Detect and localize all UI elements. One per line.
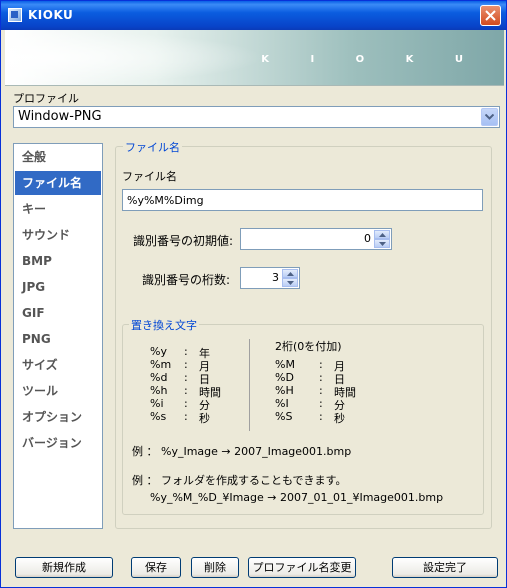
close-icon bbox=[485, 10, 496, 21]
done-button[interactable]: 設定完了 bbox=[392, 557, 498, 578]
kioku-window: KIOKU K I O K U プロファイル Window-PNG 全般 ファイ… bbox=[0, 0, 507, 588]
code-sep: : bbox=[184, 358, 188, 371]
code-label: %d bbox=[150, 371, 168, 384]
decrement-button[interactable] bbox=[282, 278, 298, 287]
sidebar-item-png[interactable]: PNG bbox=[15, 327, 101, 351]
code-sep: : bbox=[319, 410, 323, 423]
dropdown-button[interactable] bbox=[481, 108, 498, 126]
new-profile-button[interactable]: 新規作成 bbox=[15, 557, 113, 578]
app-icon bbox=[8, 8, 22, 22]
sidebar-item-key[interactable]: キー bbox=[15, 197, 101, 221]
code-sep: : bbox=[319, 358, 323, 371]
code-sep: : bbox=[184, 345, 188, 358]
filename-input[interactable]: %y%M%Dimg bbox=[122, 189, 483, 211]
chevron-up-icon bbox=[287, 272, 294, 276]
chevron-down-icon bbox=[287, 281, 294, 285]
code-label: %H bbox=[275, 384, 294, 397]
code-sep: : bbox=[184, 397, 188, 410]
id-digits-label: 識別番号の桁数: bbox=[142, 273, 231, 287]
code-sep: : bbox=[319, 371, 323, 384]
rename-profile-button[interactable]: プロファイル名変更 bbox=[248, 557, 356, 578]
code-sep: : bbox=[319, 397, 323, 410]
id-initial-label: 識別番号の初期値: bbox=[133, 234, 234, 248]
code-label: %s bbox=[150, 410, 167, 423]
code-label: %m bbox=[150, 358, 172, 371]
stepper-buttons bbox=[374, 230, 390, 248]
sidebar-item-size[interactable]: サイズ bbox=[15, 353, 101, 377]
sidebar-item-option[interactable]: オプション bbox=[15, 405, 101, 429]
code-desc: 秒 bbox=[334, 412, 345, 425]
sidebar-item-gif[interactable]: GIF bbox=[15, 301, 101, 325]
sidebar-item-filename[interactable]: ファイル名 bbox=[15, 171, 101, 195]
code-label: %y bbox=[150, 345, 167, 358]
code-label: %S bbox=[275, 410, 293, 423]
header-banner: K I O K U bbox=[5, 30, 504, 86]
id-digits-value: 3 bbox=[272, 271, 279, 284]
replace-chars-legend: 置き換え文字 bbox=[129, 317, 199, 333]
banner-logo: K I O K U bbox=[261, 54, 482, 65]
sidebar-item-sound[interactable]: サウンド bbox=[15, 223, 101, 247]
filename-field-label: ファイル名 bbox=[122, 170, 177, 183]
save-button[interactable]: 保存 bbox=[131, 557, 181, 578]
example-text: 例 ： %y_Image → 2007_Image001.bmp bbox=[132, 445, 352, 458]
title-bar[interactable]: KIOKU bbox=[1, 1, 506, 30]
id-digits-stepper[interactable]: 3 bbox=[240, 267, 300, 289]
code-label: %h bbox=[150, 384, 168, 397]
id-initial-stepper[interactable]: 0 bbox=[240, 228, 392, 250]
code-sep: : bbox=[184, 410, 188, 423]
close-button[interactable] bbox=[480, 5, 501, 26]
profile-label: プロファイル bbox=[13, 92, 79, 105]
stepper-buttons bbox=[282, 269, 298, 287]
category-list: 全般 ファイル名 キー サウンド BMP JPG GIF PNG サイズ ツール… bbox=[13, 143, 103, 529]
chevron-down-icon bbox=[379, 242, 386, 246]
profile-dropdown[interactable]: Window-PNG bbox=[13, 106, 500, 128]
delete-button[interactable]: 削除 bbox=[191, 557, 239, 578]
window-title: KIOKU bbox=[28, 8, 74, 22]
sidebar-item-tool[interactable]: ツール bbox=[15, 379, 101, 403]
code-sep: : bbox=[319, 384, 323, 397]
decrement-button[interactable] bbox=[374, 239, 390, 248]
code-label: %M bbox=[275, 358, 295, 371]
increment-button[interactable] bbox=[282, 269, 298, 278]
code-sep: : bbox=[184, 371, 188, 384]
code-desc: 秒 bbox=[199, 412, 210, 425]
example-text: %y_%M_%D_¥Image → 2007_01_01_¥Image001.b… bbox=[150, 491, 444, 504]
sidebar-item-version[interactable]: バージョン bbox=[15, 431, 101, 455]
chevron-down-icon bbox=[485, 114, 494, 120]
code-label: %I bbox=[275, 397, 289, 410]
sidebar-item-general[interactable]: 全般 bbox=[15, 145, 101, 169]
code-label: %i bbox=[150, 397, 164, 410]
filename-group-legend: ファイル名 bbox=[123, 139, 182, 155]
chevron-up-icon bbox=[379, 233, 386, 237]
example-text: 例 ： フォルダを作成することもできます。 bbox=[132, 474, 347, 487]
code-sep: : bbox=[184, 384, 188, 397]
code-label: %D bbox=[275, 371, 294, 384]
increment-button[interactable] bbox=[374, 230, 390, 239]
column-divider bbox=[249, 339, 250, 431]
sidebar-item-bmp[interactable]: BMP bbox=[15, 249, 101, 273]
two-digit-heading: 2桁(0を付加) bbox=[275, 340, 342, 353]
id-initial-value: 0 bbox=[364, 232, 371, 245]
profile-selected-value: Window-PNG bbox=[18, 109, 102, 124]
sidebar-item-jpg[interactable]: JPG bbox=[15, 275, 101, 299]
